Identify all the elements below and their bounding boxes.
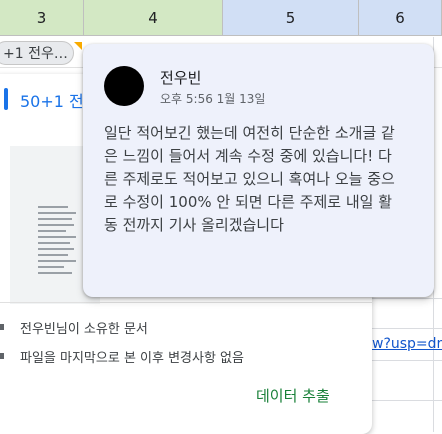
gridline [372, 298, 442, 299]
divider [0, 302, 372, 303]
change-status-text: 파일을 마지막으로 본 이후 변경사항 없음 [20, 351, 244, 366]
owner-text: 전우빈님이 소유한 문서 [20, 322, 148, 337]
gridline [372, 360, 442, 361]
comment-author: 전우빈 [160, 69, 202, 87]
column-header-3[interactable]: 3 [0, 0, 84, 36]
cell-link[interactable]: w?usp=dr [372, 336, 442, 352]
owner-icon [0, 324, 4, 330]
column-header-row: 3 4 5 6 [0, 0, 442, 37]
column-header-6[interactable]: 6 [359, 0, 442, 36]
column-header-5[interactable]: 5 [223, 0, 359, 36]
preview-title[interactable]: 50+1 전 [20, 88, 84, 112]
person-chip[interactable]: +1 전우… [0, 41, 74, 65]
column-header-4[interactable]: 4 [84, 0, 223, 36]
extract-data-button[interactable]: 데이터 추출 [256, 385, 330, 406]
doc-icon [4, 88, 8, 110]
thumbnail-text-lines [38, 206, 78, 302]
gridline [372, 400, 442, 401]
gridline [372, 328, 442, 329]
comment-timestamp: 오후 5:56 1월 13일 [160, 92, 266, 106]
avatar[interactable] [104, 66, 144, 106]
comment-body: 일단 적어보긴 했는데 여전히 단순한 소개글 같은 느낌이 들어서 계속 수정… [104, 124, 395, 234]
history-icon [0, 353, 4, 359]
